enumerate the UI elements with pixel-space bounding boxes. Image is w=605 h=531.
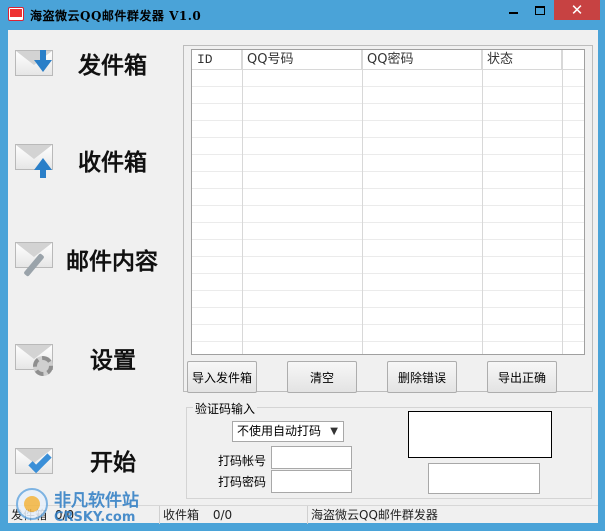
nav-inbox[interactable]: 收件箱	[8, 134, 178, 194]
nav-mail-content-label: 邮件内容	[66, 249, 158, 275]
account-grid[interactable]: ID QQ号码 QQ密码 状态	[191, 49, 585, 355]
captcha-password-label: 打码密码	[218, 475, 267, 489]
status-inbox-count: 0/0	[212, 508, 233, 522]
client-area: 发件箱 收件箱 邮件内容 设置 开始 ID QQ号码 QQ密码 状态 导入发件箱…	[8, 30, 598, 524]
table-row[interactable]	[192, 104, 584, 121]
status-outbox: 发件箱 0/0	[8, 506, 160, 524]
captcha-password-input[interactable]	[271, 470, 352, 493]
column-header-id[interactable]: ID	[192, 50, 242, 70]
maximize-icon	[535, 5, 545, 15]
window-title: 海盗微云QQ邮件群发器 V1.0	[30, 9, 202, 23]
app-window: 海盗微云QQ邮件群发器 V1.0 ✕ 发件箱 收件箱 邮件内容 设置 开始 ID…	[0, 0, 605, 531]
nav-outbox[interactable]: 发件箱	[8, 38, 178, 98]
captcha-account-input[interactable]	[271, 446, 352, 469]
table-row[interactable]	[192, 240, 584, 257]
nav-mail-content[interactable]: 邮件内容	[8, 230, 178, 290]
table-row[interactable]	[192, 138, 584, 155]
table-row[interactable]	[192, 70, 584, 87]
account-panel: ID QQ号码 QQ密码 状态 导入发件箱 清空 删除错误 导出正确	[183, 45, 593, 393]
column-divider	[482, 50, 483, 354]
column-header-qq-number[interactable]: QQ号码	[242, 50, 362, 70]
nav-start[interactable]: 开始	[8, 430, 178, 490]
nav-settings-label: 设置	[90, 348, 136, 374]
table-row[interactable]	[192, 172, 584, 189]
nav-start-label: 开始	[90, 450, 136, 476]
column-divider	[242, 50, 243, 354]
table-row[interactable]	[192, 257, 584, 274]
minimize-icon	[508, 12, 518, 14]
column-divider	[362, 50, 363, 354]
table-row[interactable]	[192, 308, 584, 325]
mail-app-icon	[8, 7, 24, 21]
envelope-download-icon	[15, 46, 57, 80]
close-button[interactable]: ✕	[554, 0, 600, 20]
envelope-pen-icon	[15, 238, 57, 277]
delete-errors-button[interactable]: 删除错误	[387, 361, 457, 393]
nav-inbox-label: 收件箱	[78, 150, 147, 176]
table-row[interactable]	[192, 189, 584, 206]
table-row[interactable]	[192, 291, 584, 308]
status-app-name: 海盗微云QQ邮件群发器	[311, 508, 438, 522]
captcha-account-label: 打码帐号	[218, 454, 267, 468]
table-row[interactable]	[192, 274, 584, 291]
status-inbox: 收件箱 0/0	[160, 506, 308, 524]
table-row[interactable]	[192, 223, 584, 240]
captcha-mode-value: 不使用自动打码	[237, 424, 322, 438]
nav-outbox-label: 发件箱	[78, 53, 147, 79]
clear-button[interactable]: 清空	[287, 361, 357, 393]
envelope-check-icon	[15, 444, 57, 478]
chevron-down-icon: ▼	[330, 426, 338, 437]
column-header-status[interactable]: 状态	[482, 50, 562, 70]
table-row[interactable]	[192, 87, 584, 104]
table-row[interactable]	[192, 121, 584, 138]
captcha-group-label: 验证码输入	[193, 400, 258, 417]
status-inbox-label: 收件箱	[163, 508, 200, 522]
import-outbox-button[interactable]: 导入发件箱	[187, 361, 257, 393]
nav-settings[interactable]: 设置	[8, 332, 178, 392]
table-row[interactable]	[192, 206, 584, 223]
envelope-gear-icon	[15, 340, 57, 376]
grid-body	[192, 70, 584, 354]
table-row[interactable]	[192, 325, 584, 342]
close-icon: ✕	[570, 1, 584, 19]
envelope-upload-icon	[15, 140, 57, 178]
status-bar: 发件箱 0/0 收件箱 0/0 海盗微云QQ邮件群发器	[8, 505, 598, 524]
export-correct-button[interactable]: 导出正确	[487, 361, 557, 393]
title-bar: 海盗微云QQ邮件群发器 V1.0 ✕	[0, 0, 605, 30]
captcha-image-box	[408, 411, 552, 458]
status-outbox-count: 0/0	[54, 508, 75, 522]
captcha-code-input[interactable]	[428, 463, 540, 494]
table-row[interactable]	[192, 155, 584, 172]
minimize-button[interactable]	[500, 0, 526, 20]
column-header-qq-password[interactable]: QQ密码	[362, 50, 482, 70]
maximize-button[interactable]	[527, 0, 553, 20]
captcha-mode-select[interactable]: 不使用自动打码 ▼	[232, 421, 344, 442]
column-divider	[562, 50, 563, 354]
status-outbox-label: 发件箱	[11, 508, 48, 522]
grid-header: ID QQ号码 QQ密码 状态	[192, 50, 584, 70]
